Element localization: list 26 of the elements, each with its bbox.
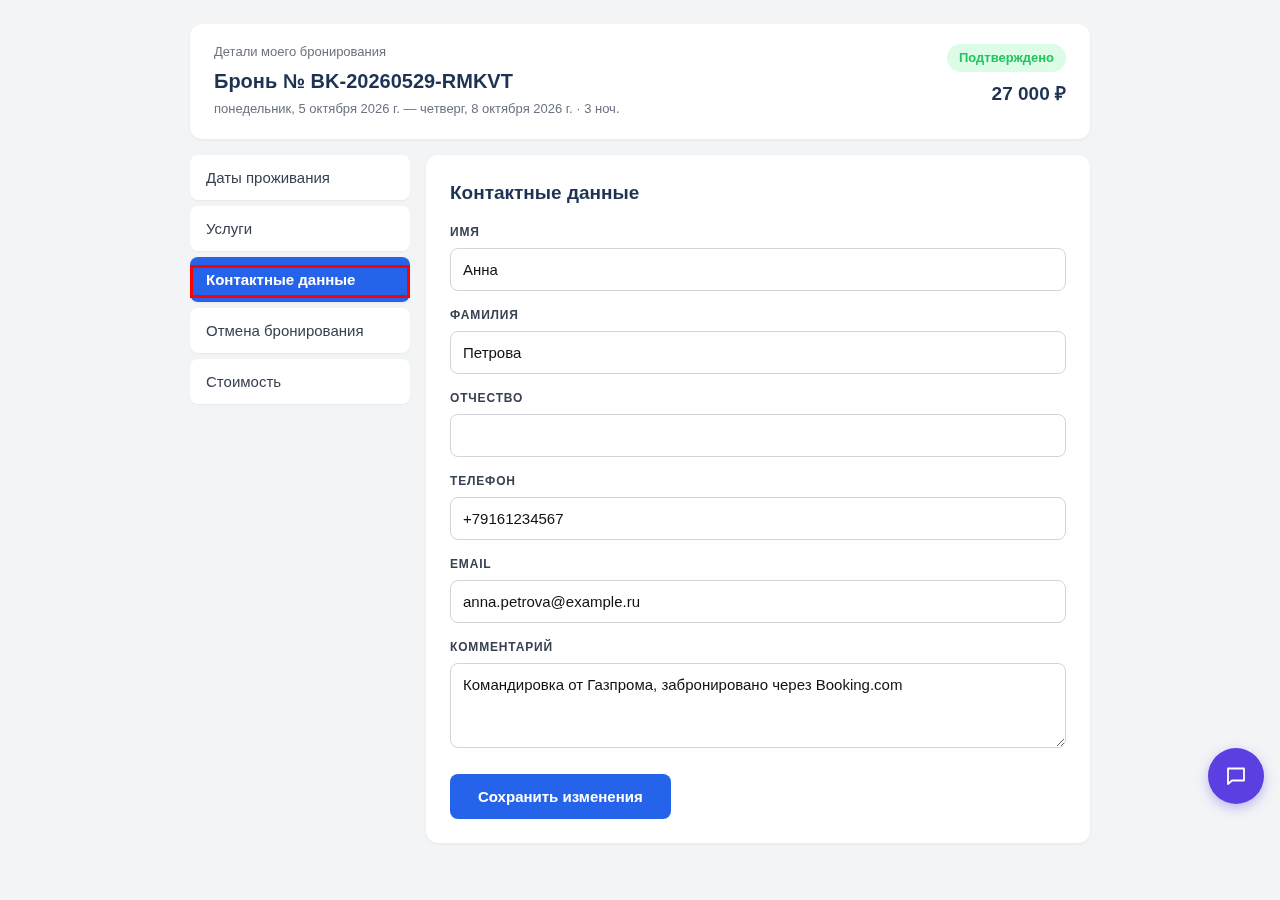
status-badge: Подтверждено: [946, 44, 1066, 72]
comment-field[interactable]: Командировка от Газпрома, забронировано через Booking.com: [450, 663, 1066, 748]
field-label: ТЕЛЕФОН: [450, 473, 516, 489]
input-field[interactable]: +79161234567: [450, 497, 1066, 540]
field-label: КОММЕНТАРИЙ: [450, 639, 554, 655]
input-field[interactable]: Петрова: [450, 331, 1066, 374]
field-label: ИМЯ: [450, 224, 480, 240]
sidebar-item[interactable]: Даты проживания: [190, 155, 410, 200]
sidebar-item[interactable]: Контактные данные: [190, 257, 410, 302]
stay-dates-text: понедельник, 5 октября 2026 г. — четверг, 8 октября 2026 г. · 3 ноч.: [214, 100, 620, 118]
sidebar-item[interactable]: Отмена бронирования: [190, 308, 410, 353]
input-field[interactable]: Анна: [450, 248, 1066, 291]
chat-button[interactable]: [1208, 748, 1264, 804]
booking-title: Бронь № BK-20260529-RMKVT: [214, 69, 514, 94]
chat-bubble-icon: [1226, 766, 1246, 786]
input-field[interactable]: [450, 414, 1066, 457]
caption-text: Детали моего бронирования: [214, 44, 388, 60]
field-label: ОТЧЕСТВО: [450, 390, 524, 406]
save-button[interactable]: Сохранить изменения: [450, 774, 671, 819]
section-title: Контактные данные: [450, 181, 641, 205]
field-label: ФАМИЛИЯ: [450, 307, 519, 323]
sidebar-item[interactable]: Стоимость: [190, 359, 410, 404]
total-price: 27 000 ₽: [991, 82, 1066, 106]
field-label: EMAIL: [450, 556, 492, 572]
input-field[interactable]: anna.petrova@example.ru: [450, 580, 1066, 623]
sidebar-item[interactable]: Услуги: [190, 206, 410, 251]
